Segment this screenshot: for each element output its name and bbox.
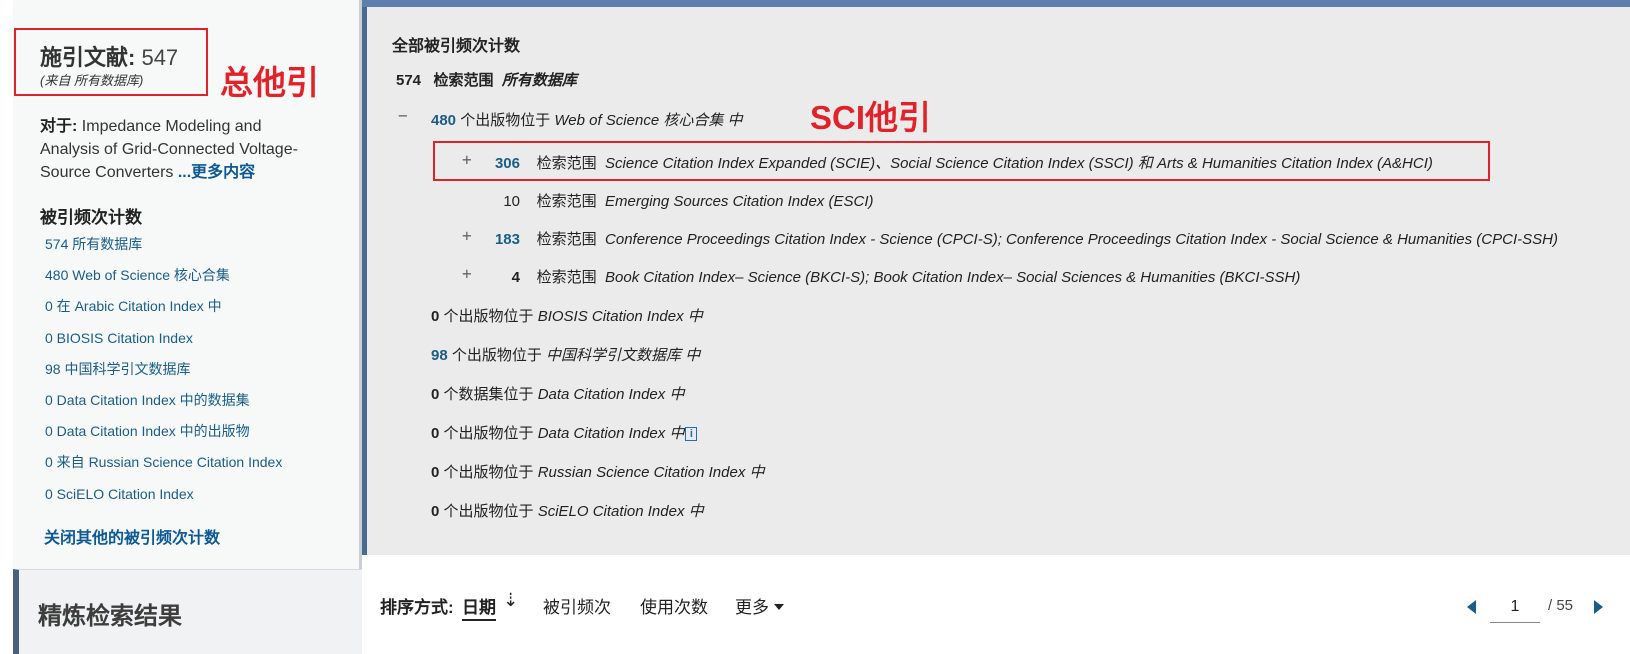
db-num: 0 — [431, 425, 440, 442]
sub-num: 4 — [511, 269, 520, 286]
db-text: 个出版物位于 — [443, 503, 534, 520]
expand-icon[interactable]: + — [462, 264, 472, 283]
more-content-link[interactable]: ...更多内容 — [178, 164, 255, 181]
db-num: 0 — [431, 464, 440, 481]
db-row-cscd: 98 个出版物位于 中国科学引文数据库 中 — [431, 344, 700, 365]
next-page-icon[interactable] — [1594, 600, 1603, 614]
close-other-counts-link[interactable]: 关闭其他的被引频次计数 — [44, 524, 220, 548]
wos-scope: Web of Science 核心合集 中 — [554, 112, 743, 129]
top-accent-bar — [362, 0, 1630, 7]
sub-label: 检索范围 — [536, 193, 597, 210]
expand-icon[interactable]: + — [462, 226, 472, 245]
count-link-dci-publications[interactable]: 0 Data Citation Index 中的出版物 — [45, 422, 282, 453]
for-title: Impedance Modeling and Analysis of Grid-… — [40, 118, 298, 181]
page-number-input[interactable] — [1490, 591, 1540, 623]
for-article: 对于: Impedance Modeling and Analysis of G… — [40, 115, 320, 184]
refine-title[interactable]: 精炼检索结果 — [38, 596, 182, 631]
db-row-biosis: 0 个出版物位于 BIOSIS Citation Index 中 — [431, 305, 703, 326]
wos-text: 个出版物位于 — [460, 112, 551, 129]
sort-descending-icon[interactable]: ⇣ — [503, 590, 518, 611]
sub-label: 检索范围 — [536, 269, 597, 286]
db-num[interactable]: 98 — [431, 347, 448, 364]
db-row-dci-datasets: 0 个数据集位于 Data Citation Index 中 — [431, 383, 684, 404]
annotation-sci-label: SCI他引 — [810, 99, 932, 136]
db-num: 0 — [431, 308, 440, 325]
left-margin — [0, 0, 13, 654]
sort-more-label: 更多 — [735, 598, 769, 617]
sub-row-sci: 306 检索范围 Science Citation Index Expanded… — [494, 152, 1433, 173]
sub-scope: Conference Proceedings Citation Index - … — [605, 231, 1558, 248]
total-label: 检索范围 — [433, 72, 494, 89]
sub-row-esci: 10 检索范围 Emerging Sources Citation Index … — [494, 190, 873, 211]
for-label: 对于: — [40, 118, 78, 135]
sub-num: 10 — [503, 193, 520, 210]
all-counts-heading: 全部被引频次计数 — [392, 38, 521, 55]
count-link-dci-datasets[interactable]: 0 Data Citation Index 中的数据集 — [45, 391, 282, 422]
caret-down-icon — [774, 604, 784, 610]
db-row-scielo: 0 个出版物位于 SciELO Citation Index 中 — [431, 500, 704, 521]
wos-row: 480 个出版物位于 Web of Science 核心合集 中 — [431, 109, 743, 130]
db-text: 个出版物位于 — [443, 308, 534, 325]
wos-num[interactable]: 480 — [431, 112, 456, 129]
db-text: 个数据集位于 — [443, 386, 534, 403]
expand-icon[interactable]: + — [462, 150, 472, 169]
count-link-arabic[interactable]: 0 在 Arabic Citation Index 中 — [45, 297, 282, 328]
sort-more-dropdown[interactable]: 更多 — [735, 593, 784, 618]
citing-articles-title: 施引文献: 547 — [40, 40, 178, 72]
previous-page-icon[interactable] — [1467, 600, 1476, 614]
db-scope: Data Citation Index 中 — [537, 425, 685, 442]
page-total: / 55 — [1548, 597, 1574, 614]
db-scope: 中国科学引文数据库 中 — [546, 347, 701, 364]
sub-scope: Emerging Sources Citation Index (ESCI) — [605, 193, 874, 210]
sub-label: 检索范围 — [536, 231, 597, 248]
db-text: 个出版物位于 — [443, 464, 534, 481]
citation-counts-heading: 被引频次计数 — [40, 208, 142, 227]
db-row-dci-publications: 0 个出版物位于 Data Citation Index 中i — [431, 422, 698, 443]
count-link-all[interactable]: 574 所有数据库 — [45, 235, 282, 266]
sub-label: 检索范围 — [536, 155, 597, 172]
db-text: 个出版物位于 — [451, 347, 542, 364]
db-text: 个出版物位于 — [443, 425, 534, 442]
annotation-total-label: 总他引 — [220, 64, 319, 101]
total-scope: 所有数据库 — [501, 72, 577, 89]
db-num: 0 — [431, 503, 440, 520]
count-link-cscd[interactable]: 98 中国科学引文数据库 — [45, 360, 282, 391]
sub-row-cpci: 183 检索范围 Conference Proceedings Citation… — [494, 228, 1558, 249]
citation-counts-list: 574 所有数据库 480 Web of Science 核心合集 0 在 Ar… — [45, 235, 282, 516]
count-link-russian[interactable]: 0 来自 Russian Science Citation Index — [45, 453, 282, 484]
citing-count: 547 — [141, 45, 179, 70]
collapse-icon[interactable]: − — [398, 106, 408, 125]
info-icon[interactable]: i — [685, 427, 698, 441]
sub-row-bkci: 4 检索范围 Book Citation Index– Science (BKC… — [494, 266, 1301, 287]
citing-source: (来自 所有数据库) — [40, 73, 144, 88]
total-row: 574 检索范围 所有数据库 — [396, 69, 577, 90]
count-link-scielo[interactable]: 0 SciELO Citation Index — [45, 485, 282, 516]
count-link-wos[interactable]: 480 Web of Science 核心合集 — [45, 266, 282, 297]
sort-usage-option[interactable]: 使用次数 — [640, 593, 708, 618]
count-link-biosis[interactable]: 0 BIOSIS Citation Index — [45, 329, 282, 360]
db-num: 0 — [431, 386, 440, 403]
db-scope: Russian Science Citation Index 中 — [537, 464, 765, 481]
citing-label: 施引文献: — [40, 45, 136, 70]
sub-num[interactable]: 183 — [494, 231, 520, 248]
db-scope: BIOSIS Citation Index 中 — [537, 308, 703, 325]
sort-label: 排序方式: — [380, 598, 454, 617]
total-num: 574 — [396, 72, 422, 89]
db-scope: SciELO Citation Index 中 — [537, 503, 704, 520]
sort-times-cited-option[interactable]: 被引频次 — [543, 593, 611, 618]
sub-scope: Science Citation Index Expanded (SCIE)、S… — [605, 155, 1433, 172]
db-scope: Data Citation Index 中 — [537, 386, 685, 403]
sort-date-option[interactable]: 日期 — [462, 593, 496, 621]
sub-scope: Book Citation Index– Science (BKCI-S); B… — [605, 269, 1301, 286]
db-row-russian: 0 个出版物位于 Russian Science Citation Index … — [431, 461, 764, 482]
sub-num[interactable]: 306 — [494, 155, 520, 172]
